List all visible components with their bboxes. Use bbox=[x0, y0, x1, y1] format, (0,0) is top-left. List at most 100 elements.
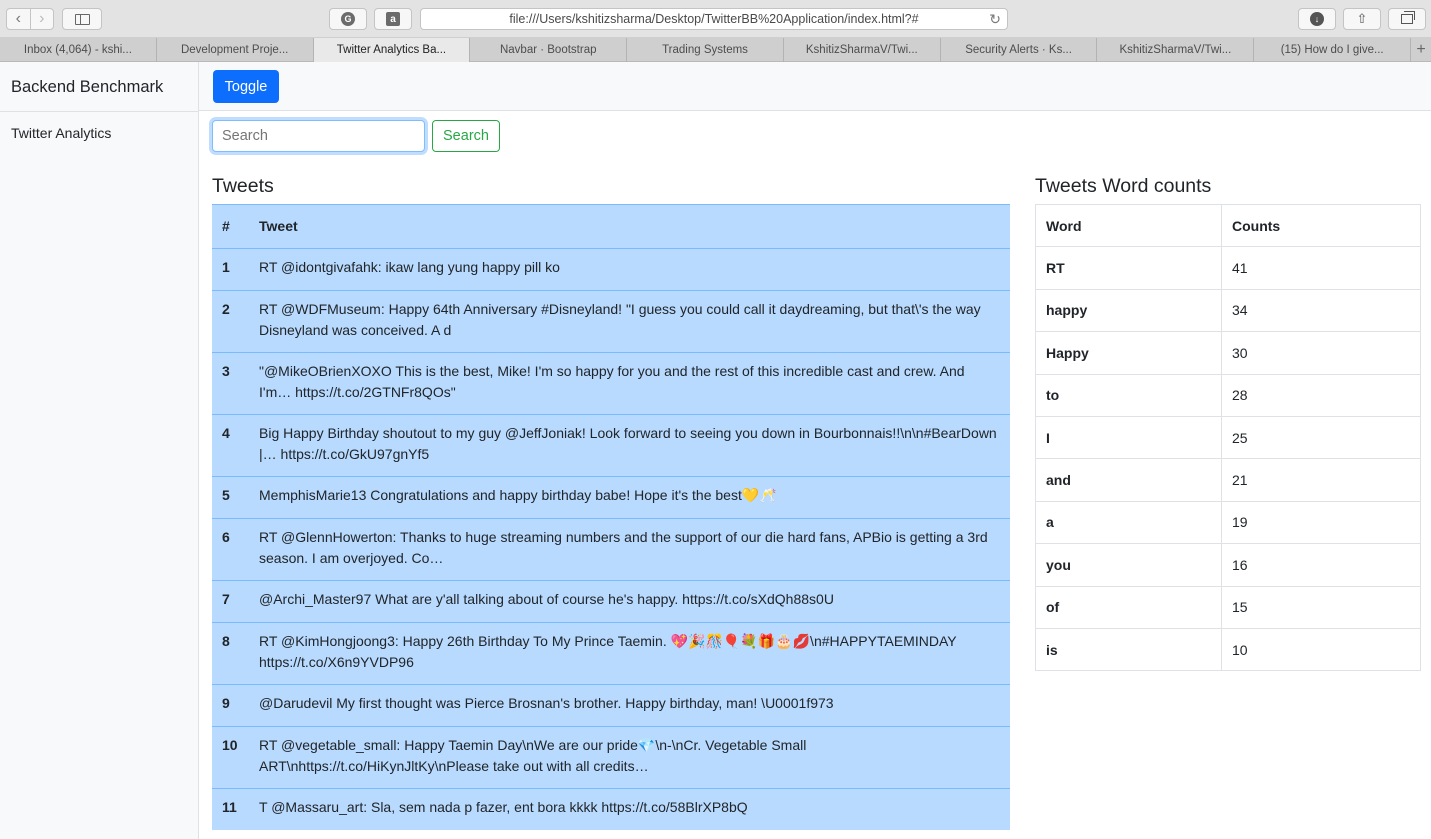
tweet-text: T @Massaru_art: Sla, sem nada p fazer, e… bbox=[249, 788, 1010, 830]
tweets-heading: Tweets bbox=[212, 175, 274, 197]
tweets-table: # Tweet 1 RT @idontgivafahk: ikaw lang yu… bbox=[212, 204, 1010, 830]
table-row: 3 "@MikeOBrienXOXO This is the best, Mike… bbox=[212, 352, 1010, 415]
tweet-text: RT @idontgivafahk: ikaw lang yung happy … bbox=[249, 248, 1010, 291]
table-row: 9 @Darudevil My first thought was Pierce … bbox=[212, 684, 1010, 727]
table-row: you 16 bbox=[1035, 543, 1421, 587]
table-row: 5 MemphisMarie13 Congratulations and happ… bbox=[212, 476, 1010, 519]
word-counts-heading: Tweets Word counts bbox=[1035, 175, 1212, 197]
table-row: 2 RT @WDFMuseum: Happy 64th Anniversary #… bbox=[212, 290, 1010, 353]
row-number: 9 bbox=[212, 684, 249, 727]
browser-tab[interactable]: (15) How do I give... bbox=[1254, 38, 1412, 62]
tab-bar: Inbox (4,064) - kshi... Development Proj… bbox=[0, 38, 1431, 62]
table-row: of 15 bbox=[1035, 585, 1421, 629]
count-cell: 34 bbox=[1221, 288, 1421, 333]
grammarly-extension-button[interactable]: G bbox=[329, 8, 367, 30]
amazon-extension-button[interactable]: a bbox=[374, 8, 412, 30]
share-icon: ⇧ bbox=[1356, 11, 1368, 26]
table-header-row: # Tweet bbox=[212, 204, 1010, 249]
row-number: 11 bbox=[212, 788, 249, 830]
share-button[interactable]: ⇧ bbox=[1343, 8, 1381, 30]
table-row: Happy 30 bbox=[1035, 331, 1421, 375]
download-icon: ↓ bbox=[1310, 12, 1324, 26]
browser-toolbar: ‹ › G a file:///Users/kshitizsharma/Desk… bbox=[0, 0, 1431, 38]
search-input[interactable] bbox=[212, 120, 425, 152]
chevron-right-icon[interactable]: › bbox=[29, 9, 54, 29]
search-button[interactable]: Search bbox=[432, 120, 500, 152]
tab-overview-button[interactable] bbox=[1388, 8, 1426, 30]
row-number: 10 bbox=[212, 726, 249, 789]
table-row: and 21 bbox=[1035, 458, 1421, 502]
word-counts-table: Word Counts RT 41 happy 34 Happy 30 to 28 I2… bbox=[1035, 203, 1421, 672]
table-row: 4 Big Happy Birthday shoutout to my guy @… bbox=[212, 414, 1010, 477]
count-cell: 41 bbox=[1221, 246, 1421, 290]
word-cell: you bbox=[1035, 543, 1222, 587]
row-number: 8 bbox=[212, 622, 249, 685]
table-row: a 19 bbox=[1035, 500, 1421, 545]
row-number: 1 bbox=[212, 248, 249, 291]
row-number: 5 bbox=[212, 476, 249, 519]
word-cell: a bbox=[1035, 500, 1222, 545]
browser-tab[interactable]: Inbox (4,064) - kshi... bbox=[0, 38, 157, 62]
browser-tab[interactable]: Security Alerts · Ks... bbox=[941, 38, 1098, 62]
sidebar-item-twitter-analytics[interactable]: Twitter Analytics bbox=[0, 112, 198, 141]
table-row: 6 RT @GlennHowerton: Thanks to huge strea… bbox=[212, 518, 1010, 581]
word-cell: happy bbox=[1035, 288, 1222, 333]
tweet-text: RT @GlennHowerton: Thanks to huge stream… bbox=[249, 518, 1010, 581]
table-row: 11 T @Massaru_art: Sla, sem nada p fazer,… bbox=[212, 788, 1010, 830]
amazon-icon: a bbox=[386, 12, 400, 26]
browser-tab[interactable]: Development Proje... bbox=[157, 38, 314, 62]
browser-tab[interactable]: Trading Systems bbox=[627, 38, 784, 62]
column-header-word: Word bbox=[1035, 203, 1222, 248]
tweet-text: MemphisMarie13 Congratulations and happy… bbox=[249, 476, 1010, 519]
tweet-text: @Archi_Master97 What are y'all talking a… bbox=[249, 580, 1010, 623]
row-number: 3 bbox=[212, 352, 249, 415]
grammarly-icon: G bbox=[341, 12, 355, 26]
sidebar-toggle-button[interactable] bbox=[62, 8, 102, 30]
table-row: happy 34 bbox=[1035, 288, 1421, 333]
tweet-text: "@MikeOBrienXOXO This is the best, Mike!… bbox=[249, 352, 1010, 415]
browser-tab[interactable]: KshitizSharmaV/Twi... bbox=[1097, 38, 1255, 62]
table-header-row: Word Counts bbox=[1035, 203, 1421, 248]
table-row: is 10 bbox=[1035, 627, 1421, 672]
browser-tab[interactable]: Navbar · Bootstrap bbox=[470, 38, 628, 62]
column-header-tweet: Tweet bbox=[249, 204, 1010, 249]
tab-overview-icon bbox=[1401, 11, 1415, 24]
toggle-button[interactable]: Toggle bbox=[213, 70, 279, 103]
browser-tab[interactable]: KshitizSharmaV/Twi... bbox=[784, 38, 941, 62]
word-cell: is bbox=[1035, 627, 1222, 672]
sidebar-brand: Backend Benchmark bbox=[0, 62, 198, 112]
tweet-text: @Darudevil My first thought was Pierce B… bbox=[249, 684, 1010, 727]
sidebar: Backend Benchmark Twitter Analytics bbox=[0, 62, 199, 839]
chevron-left-icon[interactable]: ‹ bbox=[7, 9, 30, 29]
table-row: 8 RT @KimHongjoong3: Happy 26th Birthday … bbox=[212, 622, 1010, 685]
count-cell: 30 bbox=[1221, 331, 1421, 375]
row-number: 7 bbox=[212, 580, 249, 623]
new-tab-icon[interactable]: + bbox=[1411, 38, 1431, 62]
sidebar-icon bbox=[74, 13, 90, 25]
count-cell: 28 bbox=[1221, 373, 1421, 417]
history-nav: ‹ › bbox=[6, 8, 54, 30]
table-row: 10 RT @vegetable_small: Happy Taemin Day\… bbox=[212, 726, 1010, 789]
browser-tab-active[interactable]: Twitter Analytics Ba... bbox=[313, 38, 471, 62]
reload-icon[interactable]: ↻ bbox=[989, 11, 1001, 28]
word-cell: I bbox=[1035, 415, 1222, 460]
table-row: RT 41 bbox=[1035, 246, 1421, 290]
row-number: 6 bbox=[212, 518, 249, 581]
word-cell: of bbox=[1035, 585, 1222, 629]
address-bar[interactable]: file:///Users/kshitizsharma/Desktop/Twit… bbox=[420, 8, 1008, 30]
count-cell: 25 bbox=[1221, 415, 1421, 460]
url-text: file:///Users/kshitizsharma/Desktop/Twit… bbox=[509, 12, 919, 26]
row-number: 4 bbox=[212, 414, 249, 477]
count-cell: 10 bbox=[1221, 627, 1421, 672]
table-row: 1 RT @idontgivafahk: ikaw lang yung happy… bbox=[212, 248, 1010, 291]
word-cell: Happy bbox=[1035, 331, 1222, 375]
downloads-button[interactable]: ↓ bbox=[1298, 8, 1336, 30]
tweet-text: RT @KimHongjoong3: Happy 26th Birthday T… bbox=[249, 622, 1010, 685]
count-cell: 16 bbox=[1221, 543, 1421, 587]
top-navbar: Toggle bbox=[199, 62, 1431, 111]
table-row: I 25 bbox=[1035, 415, 1421, 460]
count-cell: 21 bbox=[1221, 458, 1421, 502]
count-cell: 15 bbox=[1221, 585, 1421, 629]
word-cell: RT bbox=[1035, 246, 1222, 290]
word-cell: to bbox=[1035, 373, 1222, 417]
